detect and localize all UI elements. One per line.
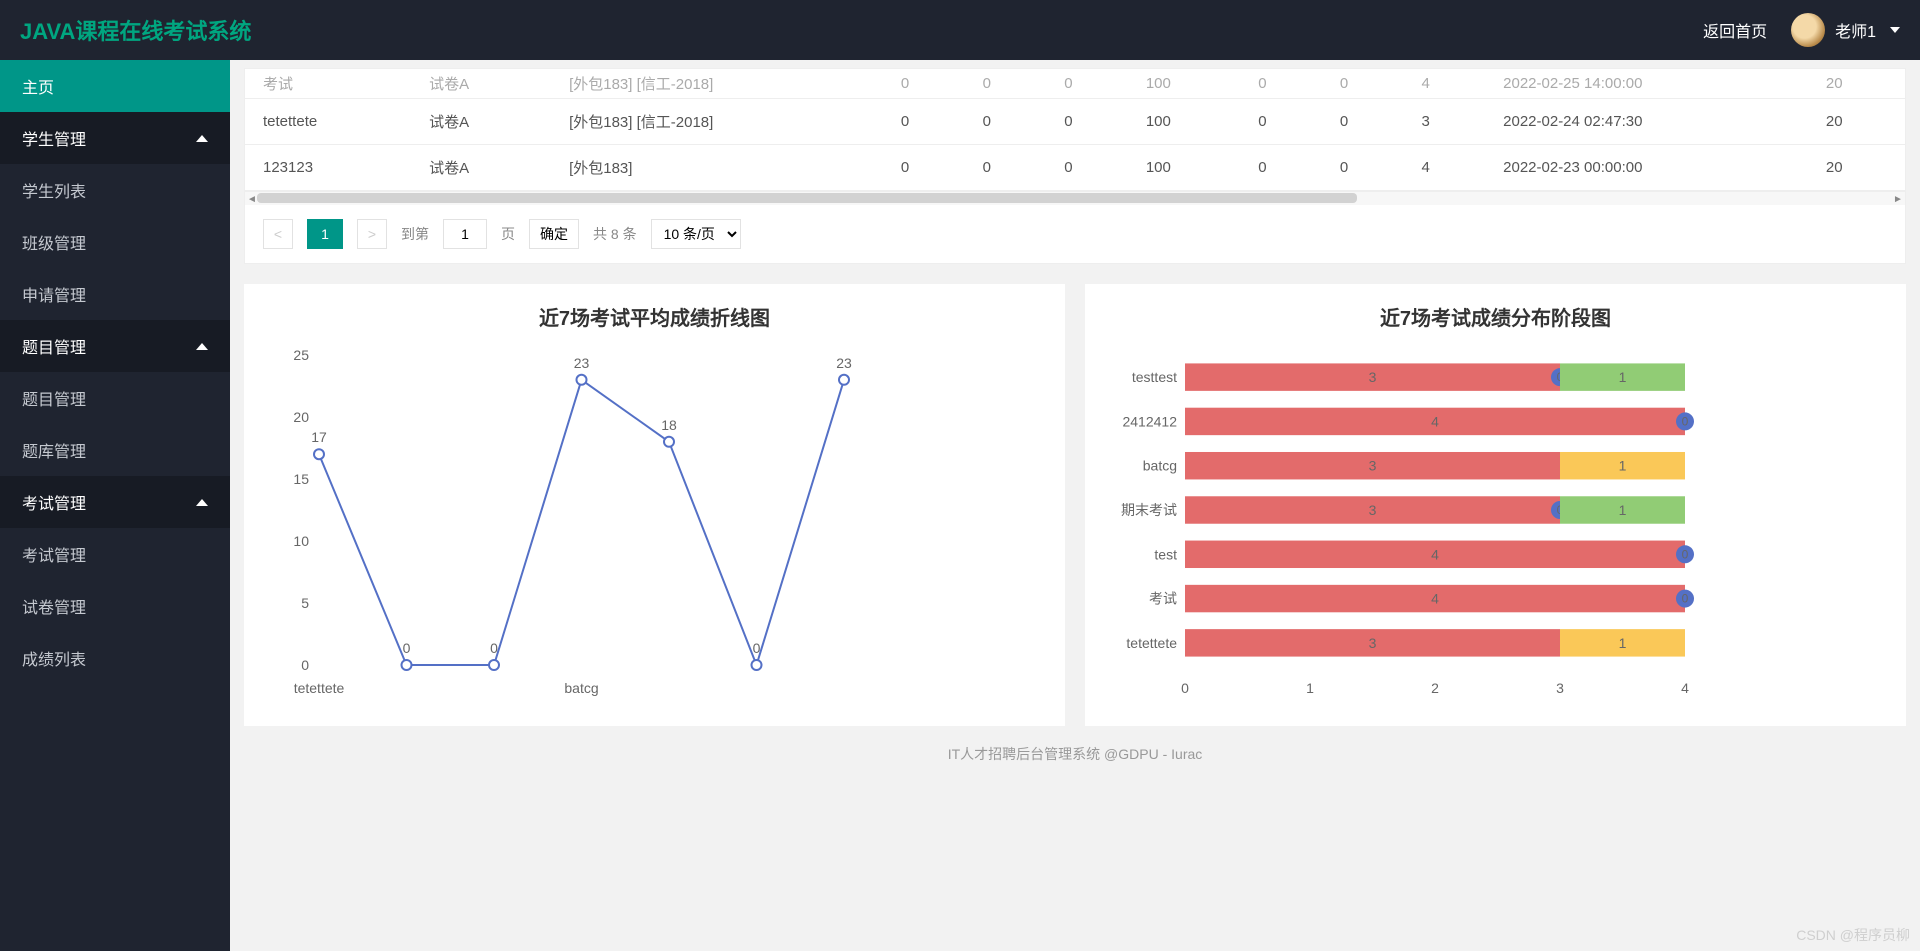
horizontal-scrollbar[interactable]: ◄ ► [245,191,1905,205]
svg-text:10: 10 [293,533,309,549]
sidebar-item-6[interactable]: 题目管理 [0,372,230,424]
footer-text: IT人才招聘后台管理系统 @GDPU - Iurac [230,726,1920,782]
svg-text:3: 3 [1369,369,1377,385]
svg-text:3: 3 [1556,680,1564,696]
svg-text:4: 4 [1431,591,1439,607]
svg-text:15: 15 [293,471,309,487]
svg-text:1: 1 [1619,458,1627,474]
user-area: 返回首页 老师1 [1703,13,1900,47]
sidebar-item-0[interactable]: 主页 [0,60,230,112]
sidebar-item-1[interactable]: 学生管理 [0,112,230,164]
svg-text:tetettete: tetettete [1126,635,1177,651]
svg-text:4: 4 [1681,680,1689,696]
svg-text:0: 0 [490,640,498,656]
watermark: CSDN @程序员柳 [1796,925,1910,945]
page-input[interactable] [443,219,487,249]
user-dropdown[interactable]: 老师1 [1791,13,1900,47]
exam-table: 考试试卷A[外包183] [信工-2018]0001000042022-02-2… [245,69,1905,191]
svg-text:1: 1 [1619,502,1627,518]
bar-chart-title: 近7场考试成绩分布阶段图 [1105,302,1886,331]
line-chart-title: 近7场考试平均成绩折线图 [264,302,1045,331]
svg-text:3: 3 [1369,502,1377,518]
svg-text:0: 0 [301,657,309,673]
sidebar-item-4[interactable]: 申请管理 [0,268,230,320]
svg-text:batcg: batcg [564,680,598,696]
sidebar-item-11[interactable]: 成绩列表 [0,632,230,684]
svg-text:1: 1 [1619,369,1627,385]
prev-page-button[interactable]: < [263,219,293,249]
svg-text:0: 0 [1682,592,1689,606]
table-row[interactable]: 123123试卷A[外包183]0001000042022-02-23 00:0… [245,145,1905,191]
sidebar-item-10[interactable]: 试卷管理 [0,580,230,632]
svg-text:5: 5 [301,595,309,611]
back-home-link[interactable]: 返回首页 [1703,18,1767,42]
scroll-right-icon[interactable]: ► [1891,192,1905,206]
exam-table-container: 考试试卷A[外包183] [信工-2018]0001000042022-02-2… [244,68,1906,264]
svg-text:25: 25 [293,347,309,363]
svg-text:0: 0 [753,640,761,656]
svg-text:18: 18 [661,417,677,433]
svg-text:2412412: 2412412 [1122,413,1177,429]
next-page-button[interactable]: > [357,219,387,249]
svg-text:考试: 考试 [1149,591,1177,607]
table-row[interactable]: 考试试卷A[外包183] [信工-2018]0001000042022-02-2… [245,69,1905,99]
pagination: < 1 > 到第 页 确定 共 8 条 10 条/页 [245,205,1905,263]
svg-text:23: 23 [836,355,852,371]
main-content: 考试试卷A[外包183] [信工-2018]0001000042022-02-2… [230,60,1920,951]
svg-text:batcg: batcg [1143,458,1177,474]
svg-text:3: 3 [1369,458,1377,474]
svg-text:test: test [1154,546,1177,562]
page-number-current[interactable]: 1 [307,219,343,249]
goto-confirm-button[interactable]: 确定 [529,219,579,249]
table-row[interactable]: tetettete试卷A[外包183] [信工-2018]00010000320… [245,99,1905,145]
arrow-up-icon [196,499,208,506]
page-size-select[interactable]: 10 条/页 [651,219,741,249]
topbar: JAVA课程在线考试系统 返回首页 老师1 [0,0,1920,60]
svg-text:0: 0 [1682,547,1689,561]
svg-text:4: 4 [1431,546,1439,562]
goto-label-suffix: 页 [501,224,515,244]
svg-text:20: 20 [293,409,309,425]
svg-text:tetettete: tetettete [294,680,345,696]
svg-text:testtest: testtest [1132,369,1177,385]
brand-title: JAVA课程在线考试系统 [20,14,251,46]
arrow-up-icon [196,343,208,350]
svg-text:4: 4 [1431,413,1439,429]
sidebar-item-8[interactable]: 考试管理 [0,476,230,528]
bar-chart: testtest 2412412 batcg 期末考试 test 考试 tetettete 3… [1105,335,1705,705]
svg-text:23: 23 [574,355,590,371]
svg-text:1: 1 [1619,635,1627,651]
sidebar-item-9[interactable]: 考试管理 [0,528,230,580]
line-chart-card: 近7场考试平均成绩折线图 0510152025tetettetebatcg170… [244,284,1065,726]
svg-text:0: 0 [1181,680,1189,696]
svg-text:1: 1 [1306,680,1314,696]
scroll-thumb[interactable] [257,193,1357,203]
svg-text:0: 0 [403,640,411,656]
svg-text:17: 17 [311,429,327,445]
charts-row: 近7场考试平均成绩折线图 0510152025tetettetebatcg170… [244,284,1906,726]
line-chart: 0 5 10 15 20 25 tetettete batcg 17 0 0 23 18 0 23 [264,335,864,705]
sidebar-item-5[interactable]: 题目管理 [0,320,230,372]
arrow-up-icon [196,135,208,142]
sidebar-item-3[interactable]: 班级管理 [0,216,230,268]
sidebar-item-7[interactable]: 题库管理 [0,424,230,476]
goto-label-prefix: 到第 [401,224,429,244]
caret-down-icon [1890,27,1900,33]
bar-chart-card: 近7场考试成绩分布阶段图 testtest2412412batcg期末考试tes… [1085,284,1906,726]
svg-text:3: 3 [1369,635,1377,651]
sidebar: 主页学生管理学生列表班级管理申请管理题目管理题目管理题库管理考试管理考试管理试卷… [0,60,230,951]
username: 老师1 [1835,18,1876,42]
total-count-text: 共 8 条 [593,224,637,244]
avatar-icon [1791,13,1825,47]
svg-text:0: 0 [1682,414,1689,428]
svg-text:期末考试: 期末考试 [1121,502,1177,518]
sidebar-item-2[interactable]: 学生列表 [0,164,230,216]
svg-text:2: 2 [1431,680,1439,696]
